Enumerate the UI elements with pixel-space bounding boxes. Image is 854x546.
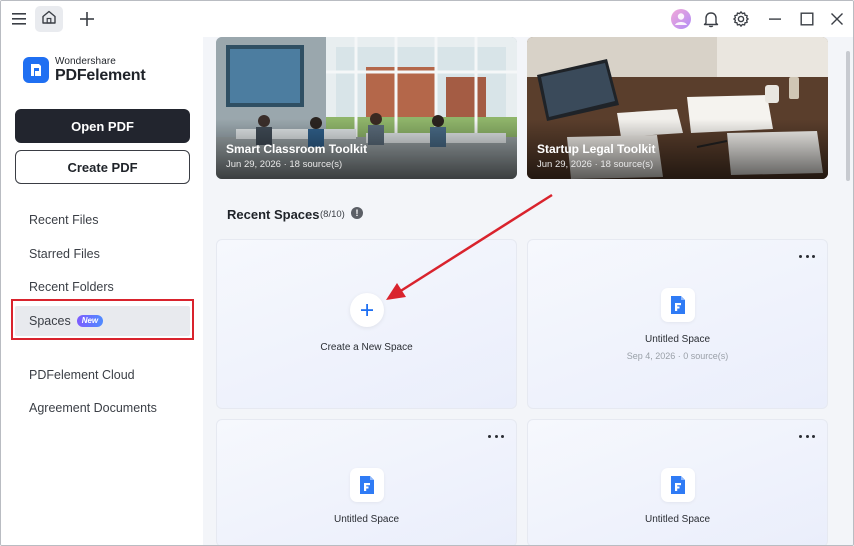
sidebar-item-label: Agreement Documents bbox=[29, 401, 157, 415]
sidebar-item-label: Recent Folders bbox=[29, 280, 114, 294]
create-space-label: Create a New Space bbox=[320, 342, 413, 353]
sidebar-item-recent-files[interactable]: Recent Files bbox=[15, 205, 190, 235]
recent-spaces-title: Recent Spaces bbox=[227, 207, 320, 222]
home-tab[interactable] bbox=[35, 6, 63, 32]
space-file-icon bbox=[661, 468, 695, 502]
toolkit-meta: Jun 29, 2026 · 18 source(s) bbox=[226, 159, 343, 170]
recent-spaces-count: (8/10) bbox=[320, 209, 345, 220]
sidebar-item-label: PDFelement Cloud bbox=[29, 368, 135, 382]
space-name: Untitled Space bbox=[644, 514, 711, 525]
space-card[interactable]: Untitled Space bbox=[527, 419, 828, 545]
sidebar-item-recent-folders[interactable]: Recent Folders bbox=[15, 272, 190, 302]
pdfelement-logo-icon bbox=[23, 57, 49, 83]
sidebar: Wondershare PDFelement Open PDF Create P… bbox=[1, 37, 203, 545]
space-file-icon bbox=[350, 468, 384, 502]
new-tab-plus-icon[interactable] bbox=[75, 7, 99, 31]
open-pdf-button[interactable]: Open PDF bbox=[15, 109, 190, 143]
sidebar-item-label: Recent Files bbox=[29, 213, 99, 227]
create-new-space-card[interactable]: Create a New Space bbox=[216, 239, 517, 409]
logo-brand: Wondershare bbox=[55, 55, 116, 67]
bell-icon[interactable] bbox=[699, 7, 723, 31]
home-icon bbox=[41, 9, 57, 30]
more-options-icon[interactable] bbox=[488, 432, 504, 440]
space-name: Untitled Space bbox=[644, 334, 711, 345]
more-options-icon[interactable] bbox=[799, 432, 815, 440]
app-logo: Wondershare PDFelement bbox=[23, 55, 146, 85]
app-window: Wondershare PDFelement Open PDF Create P… bbox=[0, 0, 854, 546]
minimize-icon[interactable] bbox=[763, 7, 787, 31]
info-icon[interactable]: ! bbox=[351, 207, 363, 219]
avatar[interactable] bbox=[669, 7, 693, 31]
logo-product: PDFelement bbox=[55, 66, 146, 84]
maximize-icon[interactable] bbox=[795, 7, 819, 31]
toolkit-title: Startup Legal Toolkit bbox=[537, 142, 656, 156]
space-file-icon bbox=[661, 288, 695, 322]
space-card[interactable]: Untitled Space bbox=[216, 419, 517, 545]
space-card[interactable]: Untitled Space Sep 4, 2026 · 0 source(s) bbox=[527, 239, 828, 409]
toolkit-title: Smart Classroom Toolkit bbox=[226, 142, 368, 156]
sidebar-item-agreement-documents[interactable]: Agreement Documents bbox=[15, 393, 190, 423]
create-pdf-button[interactable]: Create PDF bbox=[15, 150, 190, 184]
toolkit-meta: Jun 29, 2026 · 18 source(s) bbox=[537, 159, 654, 170]
menu-icon[interactable] bbox=[7, 7, 31, 31]
add-space-plus-icon[interactable] bbox=[350, 293, 384, 327]
space-name: Untitled Space bbox=[333, 514, 400, 525]
toolkit-card-smart-classroom[interactable]: Smart Classroom Toolkit Jun 29, 2026 · 1… bbox=[216, 37, 517, 179]
more-options-icon[interactable] bbox=[799, 252, 815, 260]
annotation-highlight-box bbox=[11, 299, 194, 340]
sidebar-item-pdfelement-cloud[interactable]: PDFelement Cloud bbox=[15, 360, 190, 390]
scrollbar-thumb[interactable] bbox=[846, 51, 850, 181]
space-meta: Sep 4, 2026 · 0 source(s) bbox=[626, 351, 729, 361]
sidebar-item-starred-files[interactable]: Starred Files bbox=[15, 239, 190, 269]
title-bar bbox=[1, 1, 853, 37]
close-icon[interactable] bbox=[825, 7, 849, 31]
sidebar-item-label: Starred Files bbox=[29, 247, 100, 261]
toolkit-card-startup-legal[interactable]: Startup Legal Toolkit Jun 29, 2026 · 18 … bbox=[527, 37, 828, 179]
gear-icon[interactable] bbox=[729, 7, 753, 31]
